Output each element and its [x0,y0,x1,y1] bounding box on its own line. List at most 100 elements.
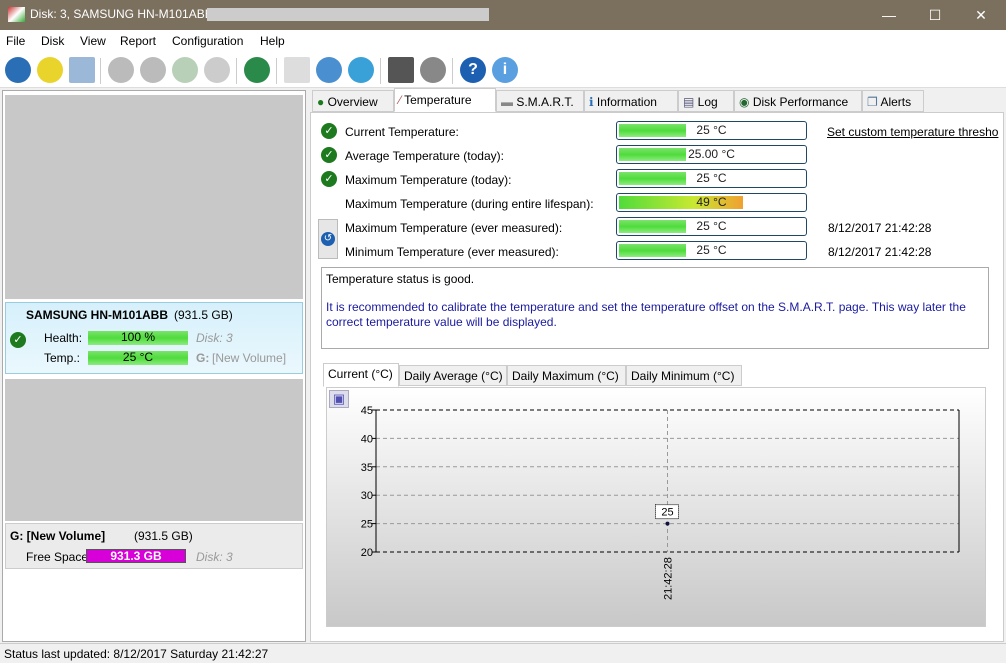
chart-tab-daily-minimum[interactable]: Daily Minimum (°C) [626,365,742,386]
volume-name: [New Volume] [212,351,287,365]
tab-label: Overview [327,95,378,109]
tab-temperature[interactable]: ⁄ Temperature [394,88,496,112]
redacted-area [207,8,489,21]
send-icon[interactable] [316,57,342,83]
chart-tab-daily-maximum[interactable]: Daily Maximum (°C) [507,365,626,386]
menu-disk[interactable]: Disk [41,34,64,48]
reset-button[interactable]: ↺ [318,219,338,259]
temp-row-value: 25 °C [696,219,727,233]
temperature-panel: ✓ Current Temperature: 25 °C ✓ Average Tempe… [310,112,1004,642]
disk-search-icon[interactable] [204,57,230,83]
health-label: Health: [44,331,83,345]
menu-help[interactable]: Help [260,34,285,48]
tab-smart[interactable]: ▬ S.M.A.R.T. [496,90,584,112]
ok-check-icon: ✓ [321,123,337,139]
disk-number: Disk: 3 [196,331,233,345]
free-space-bar: 931.3 GB [86,549,186,563]
check-icon: ● [317,95,328,109]
disk-icon[interactable] [69,57,95,83]
temp-row-label: Average Temperature (today): [345,149,504,163]
temp-row-bar: 25 °C [616,241,807,260]
globe-disk-icon[interactable] [244,57,270,83]
disk-image [5,95,303,299]
log-icon: ▤ [683,95,698,109]
tab-log[interactable]: ▤ Log [678,90,734,112]
disk-item[interactable]: SAMSUNG HN-M101ABB (931.5 GB) ✓ Health: … [5,302,303,374]
disk-icon: ▬ [501,95,517,109]
separator [380,58,381,84]
separator [452,58,453,84]
volume-item[interactable]: G: [New Volume] (931.5 GB) Free Space 93… [5,523,303,569]
tab-label: Alerts [880,95,912,109]
refresh-icon[interactable] [5,57,31,83]
temp-row-label: Maximum Temperature (ever measured): [345,221,563,235]
disk-list-panel: SAMSUNG HN-M101ABB (931.5 GB) ✓ Health: … [2,90,306,642]
disk-check-icon[interactable] [108,57,134,83]
menu-bar: File Disk View Report Configuration Help [0,30,1006,52]
laptop-settings-icon[interactable] [388,57,414,83]
status-bar: Status last updated: 8/12/2017 Saturday … [0,643,1006,663]
temp-row-date: 8/12/2017 21:42:28 [828,221,932,235]
recommendation-text: It is recommended to calibrate the tempe… [326,300,966,329]
temp-label: Temp.: [44,351,81,365]
tab-information[interactable]: ℹ Information [584,90,678,112]
disk-clock-icon[interactable] [140,57,166,83]
info-icon[interactable]: i [492,57,518,83]
separator [236,58,237,84]
tab-label: Log [697,95,718,109]
menu-configuration[interactable]: Configuration [172,34,243,48]
toolbar: ? i [0,52,1006,88]
health-value: 100 % [120,331,156,344]
minimize-button[interactable]: — [866,0,912,30]
tab-label: Temperature [404,93,472,107]
close-button[interactable]: ✕ [958,0,1004,30]
tab-overview[interactable]: ● Overview [312,90,394,112]
disk-ok-icon[interactable] [172,57,198,83]
disk-size: (931.5 GB) [174,308,233,322]
report-icon[interactable] [284,57,310,83]
temp-row-label: Maximum Temperature (today): [345,173,512,187]
y-tick-label: 25 [361,519,373,531]
x-tick-label: 21:42:28 [663,557,675,600]
y-tick-label: 40 [361,433,373,445]
status-text: Status last updated: 8/12/2017 Saturday … [4,647,269,661]
data-label: 25 [661,507,673,519]
volume-image [5,379,303,521]
alert-refresh-icon[interactable] [37,57,63,83]
set-threshold-link[interactable]: Set custom temperature thresho [827,125,998,139]
chart-svg: 45 40 35 30 25 20 21:42:28 25 [361,405,960,600]
temperature-chart: ▣ 45 40 35 30 25 20 21:42:28 25 [326,387,986,627]
volume-letter: G: [196,351,210,365]
temp-row-value: 49 °C [696,195,727,209]
help-icon[interactable]: ? [460,57,486,83]
free-space-value: 931.3 GB [110,549,162,563]
app-icon [8,7,25,22]
y-tick-label: 45 [361,405,373,417]
menu-file[interactable]: File [6,34,25,48]
y-tick-label: 30 [361,490,373,502]
temp-row-value: 25 °C [696,123,727,137]
temp-value: 25 °C [122,351,154,364]
temp-row-bar: 25 °C [616,121,807,140]
temp-row-label: Maximum Temperature (during entire lifes… [345,197,594,211]
details-panel: ● Overview ⁄ Temperature ▬ S.M.A.R.T. ℹ … [310,88,1006,642]
network-icon[interactable] [348,57,374,83]
ok-check-icon: ✓ [321,171,337,187]
menu-report[interactable]: Report [120,34,156,48]
chart-tab-daily-average[interactable]: Daily Average (°C) [399,365,507,386]
health-ok-icon: ✓ [10,332,26,348]
tab-alerts[interactable]: ❐ Alerts [862,90,924,112]
maximize-button[interactable]: ☐ [912,0,958,30]
temp-row-date: 8/12/2017 21:42:28 [828,245,932,259]
tab-label: S.M.A.R.T. [516,95,574,109]
tab-disk-performance[interactable]: ◉ Disk Performance [734,90,862,112]
window-title: Disk: 3, SAMSUNG HN-M101ABB [ [30,7,220,21]
volume-disk-number: Disk: 3 [196,550,233,564]
status-message: Temperature status is good. [326,272,475,286]
tab-label: Information [596,95,657,109]
temp-row-bar: 25.00 °C [616,145,807,164]
title-bar: Disk: 3, SAMSUNG HN-M101ABB [ — ☐ ✕ [0,0,1006,30]
menu-view[interactable]: View [80,34,106,48]
speaker-icon[interactable] [420,57,446,83]
chart-tab-current[interactable]: Current (°C) [323,363,399,387]
